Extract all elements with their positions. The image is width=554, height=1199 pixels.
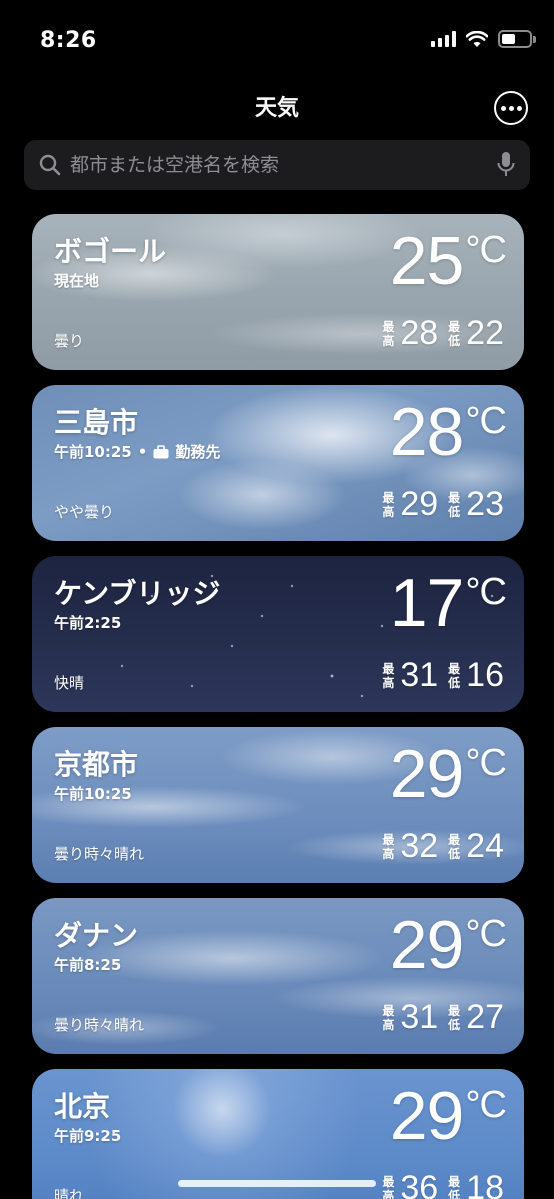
high-label: 最高 (382, 319, 395, 348)
mic-icon[interactable] (496, 151, 516, 179)
city-name: ケンブリッジ (54, 577, 221, 610)
high-low: 最高 36 最低 18 (382, 1169, 504, 1199)
low-label: 最低 (448, 1003, 461, 1032)
low-label: 最低 (448, 1174, 461, 1199)
low-label: 最低 (448, 832, 461, 861)
high-label: 最高 (382, 832, 395, 861)
weather-condition: 晴れ (54, 1187, 85, 1199)
high-temperature: 32 (400, 827, 439, 865)
city-card-danang[interactable]: ダナン 午前8:25 曇り時々晴れ 29°C 最高 31 最低 27 (32, 898, 524, 1054)
low-temperature: 18 (466, 1169, 504, 1199)
high-low: 最高 28 最低 22 (382, 314, 504, 353)
city-name: ダナン (54, 919, 139, 952)
high-temperature: 29 (400, 485, 439, 523)
cellular-signal-icon (431, 31, 456, 47)
weather-condition: 曇り時々晴れ (54, 845, 145, 863)
status-bar: 8:26 (0, 0, 554, 80)
search-bar[interactable] (24, 140, 530, 190)
city-name: 北京 (54, 1090, 111, 1123)
low-temperature: 22 (466, 314, 504, 352)
low-temperature: 16 (466, 656, 504, 694)
city-subtitle: 午前9:25 (54, 1127, 122, 1145)
separator-dot: • (137, 442, 148, 461)
high-temperature: 36 (400, 1169, 439, 1199)
city-subtitle: 午前10:25 (54, 785, 132, 803)
status-time: 8:26 (40, 28, 97, 53)
current-temperature: 28°C (389, 394, 507, 470)
city-subtitle: 午前2:25 (54, 614, 122, 632)
city-card-kyoto[interactable]: 京都市 午前10:25 曇り時々晴れ 29°C 最高 32 最低 24 (32, 727, 524, 883)
briefcase-icon (153, 444, 169, 458)
city-subtitle: 現在地 (54, 272, 100, 290)
city-card-mishima[interactable]: 三島市 午前10:25 • 勤務先 やや曇り 28°C 最高 29 最低 23 (32, 385, 524, 541)
city-card-bogor[interactable]: ボゴール 現在地 曇り 25°C 最高 28 最低 22 (32, 214, 524, 370)
high-low: 最高 29 最低 23 (382, 485, 504, 524)
page-title: 天気 (254, 96, 299, 121)
wifi-icon (466, 30, 488, 47)
high-low: 最高 31 最低 27 (382, 998, 504, 1037)
weather-condition: 曇り時々晴れ (54, 1016, 145, 1034)
weather-condition: やや曇り (54, 503, 115, 521)
more-options-button[interactable] (494, 91, 528, 125)
city-subtitle: 午前10:25 • 勤務先 (54, 442, 221, 462)
current-temperature: 29°C (389, 736, 507, 812)
high-label: 最高 (382, 1003, 395, 1032)
low-temperature: 27 (466, 998, 504, 1036)
city-name: 京都市 (54, 748, 139, 781)
low-temperature: 24 (466, 827, 504, 865)
high-low: 最高 31 最低 16 (382, 656, 504, 695)
low-label: 最低 (448, 661, 461, 690)
high-label: 最高 (382, 661, 395, 690)
high-label: 最高 (382, 490, 395, 519)
current-temperature: 29°C (389, 907, 507, 983)
status-icons (431, 30, 536, 48)
weather-condition: 曇り (54, 332, 85, 350)
low-temperature: 23 (466, 485, 504, 523)
battery-icon (498, 30, 536, 48)
high-label: 最高 (382, 1174, 395, 1199)
low-label: 最低 (448, 490, 461, 519)
battery-level (502, 34, 515, 44)
city-name: ボゴール (54, 235, 167, 268)
weather-condition: 快晴 (54, 674, 85, 692)
home-indicator[interactable] (178, 1180, 376, 1187)
search-input[interactable] (70, 154, 496, 176)
city-card-cambridge[interactable]: ケンブリッジ 午前2:25 快晴 17°C 最高 31 最低 16 (32, 556, 524, 712)
high-temperature: 31 (400, 998, 439, 1036)
current-temperature: 25°C (389, 223, 507, 299)
high-low: 最高 32 最低 24 (382, 827, 504, 866)
city-subtitle: 午前8:25 (54, 956, 122, 974)
low-label: 最低 (448, 319, 461, 348)
city-name: 三島市 (54, 406, 139, 439)
current-temperature: 17°C (389, 565, 507, 641)
high-temperature: 31 (400, 656, 439, 694)
current-temperature: 29°C (389, 1078, 507, 1154)
ellipsis-circle-icon (500, 105, 506, 111)
search-icon (39, 154, 61, 176)
high-temperature: 28 (400, 314, 439, 352)
